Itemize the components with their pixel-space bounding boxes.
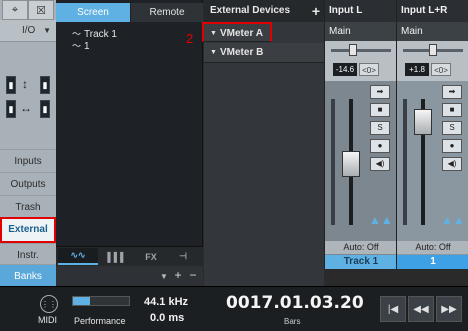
solo-icon[interactable]: S bbox=[370, 121, 390, 135]
callout-number-2: 2 bbox=[186, 31, 194, 46]
size-large-icon[interactable]: ▮ bbox=[40, 76, 50, 94]
audio-tracks-icon[interactable]: ∿∿ bbox=[58, 248, 98, 265]
monitor-icon[interactable]: ◀) bbox=[370, 157, 390, 171]
nav-inputs[interactable]: Inputs bbox=[0, 149, 56, 172]
level-meter bbox=[331, 99, 335, 225]
tab-screen[interactable]: Screen bbox=[56, 3, 130, 22]
channel-routing[interactable]: Main bbox=[397, 22, 468, 41]
pan-value[interactable]: -14.6 bbox=[333, 63, 357, 76]
nav-banks[interactable]: Banks bbox=[0, 264, 56, 287]
io-label: I/O bbox=[22, 25, 36, 36]
fx-tracks-button[interactable]: FX bbox=[136, 248, 166, 265]
nav-instruments[interactable]: Instr. bbox=[0, 243, 56, 266]
device-name: VMeter B bbox=[220, 47, 264, 58]
close-panel-icon[interactable]: ☒ bbox=[28, 0, 54, 20]
performance-meter bbox=[72, 296, 130, 306]
expand-triangle-icon: ▼ bbox=[210, 30, 217, 37]
automation-mode[interactable]: Auto: Off bbox=[397, 241, 468, 254]
chevron-down-icon: ▼ bbox=[43, 26, 51, 35]
automation-mode[interactable]: Auto: Off bbox=[325, 241, 397, 254]
pan-slider-track[interactable] bbox=[331, 49, 391, 52]
channel-label[interactable]: Track 1 bbox=[325, 255, 397, 269]
nav-trash[interactable]: Trash bbox=[0, 195, 56, 218]
timecode-unit: Bars bbox=[284, 317, 301, 326]
add-device-icon[interactable]: + bbox=[312, 0, 320, 22]
fader-section: ➡ ■ S ● ◀) ▲▲ bbox=[397, 81, 468, 241]
size-wide-icon[interactable]: ▮ bbox=[40, 100, 50, 118]
pin-icon[interactable]: ⌖ bbox=[2, 0, 28, 20]
channel-routing[interactable]: Main bbox=[325, 22, 397, 41]
monitor-icon[interactable]: ◀) bbox=[442, 157, 462, 171]
audio-wave-icon: ▲▲ bbox=[441, 213, 465, 227]
nav-external[interactable]: External bbox=[0, 217, 56, 243]
channel-strip-input-l: Input L Main -14.6 <0> ➡ ■ S ● ◀) ▲▲ Aut… bbox=[324, 0, 397, 269]
timecode-display[interactable]: 0017.01.03.20 bbox=[226, 293, 364, 313]
nav-outputs[interactable]: Outputs bbox=[0, 172, 56, 195]
channel-title: Input L bbox=[325, 0, 397, 22]
level-meter bbox=[403, 99, 407, 225]
performance-label: Performance bbox=[74, 316, 126, 326]
latency: 0.0 ms bbox=[150, 312, 185, 324]
track-list-item[interactable]: 〜 1 bbox=[72, 39, 90, 52]
route-arrow-icon[interactable]: ➡ bbox=[442, 85, 462, 99]
volume-fader-handle[interactable] bbox=[414, 109, 432, 135]
remove-icon[interactable]: − bbox=[187, 268, 199, 282]
midi-label: MIDI bbox=[38, 315, 57, 325]
audio-wave-icon: ▲▲ bbox=[369, 213, 393, 227]
chevron-down-icon[interactable]: ▼ bbox=[158, 269, 170, 283]
pan-value[interactable]: +1.8 bbox=[405, 63, 429, 76]
channel-label[interactable]: 1 bbox=[397, 255, 468, 269]
horizontal-resize-icon[interactable]: ↔ bbox=[20, 101, 32, 115]
device-vmeter-b[interactable]: ▼ VMeter B bbox=[204, 43, 324, 63]
fast-forward-icon[interactable]: ▶▶ bbox=[436, 296, 462, 322]
audio-wave-icon: 〜 bbox=[72, 41, 82, 51]
track-name: 1 bbox=[84, 41, 90, 52]
volume-fader-handle[interactable] bbox=[342, 151, 360, 177]
pan-link-button[interactable]: <0> bbox=[359, 63, 379, 76]
record-arm-icon[interactable]: ● bbox=[442, 139, 462, 153]
external-devices-header: External Devices + bbox=[204, 0, 324, 22]
channel-strip-input-lr: Input L+R Main +1.8 <0> ➡ ■ S ● ◀) ▲▲ Au… bbox=[396, 0, 468, 269]
vertical-resize-icon[interactable]: ↕ bbox=[22, 77, 28, 91]
pan-control: +1.8 <0> bbox=[397, 41, 468, 81]
pan-slider-handle[interactable] bbox=[429, 44, 437, 56]
device-vmeter-a[interactable]: ▼ VMeter A bbox=[202, 22, 272, 42]
tab-remote[interactable]: Remote bbox=[131, 3, 203, 22]
route-arrow-icon[interactable]: ➡ bbox=[370, 85, 390, 99]
rewind-icon[interactable]: ◀◀ bbox=[408, 296, 434, 322]
size-narrow-icon[interactable]: ▮ bbox=[6, 100, 16, 118]
add-icon[interactable]: + bbox=[172, 268, 184, 282]
size-small-icon[interactable]: ▮ bbox=[6, 76, 16, 94]
return-to-zero-icon[interactable]: |◀ bbox=[380, 296, 406, 322]
external-devices-title: External Devices bbox=[210, 5, 291, 16]
performance-meter-fill bbox=[73, 297, 90, 305]
pan-link-button[interactable]: <0> bbox=[431, 63, 451, 76]
record-arm-icon[interactable]: ● bbox=[370, 139, 390, 153]
channel-title: Input L+R bbox=[397, 0, 468, 22]
pan-slider-handle[interactable] bbox=[349, 44, 357, 56]
io-selector[interactable]: I/O ▼ bbox=[0, 20, 56, 42]
fader-section: ➡ ■ S ● ◀) ▲▲ bbox=[325, 81, 397, 241]
midi-icon[interactable]: ⋮⋮ bbox=[40, 295, 58, 313]
pan-control: -14.6 <0> bbox=[325, 41, 397, 81]
expand-triangle-icon: ▼ bbox=[210, 49, 217, 56]
mute-icon[interactable]: ■ bbox=[370, 103, 390, 117]
audio-wave-icon: 〜 bbox=[72, 29, 82, 39]
bus-tracks-icon[interactable]: ⊣ bbox=[168, 248, 198, 265]
instrument-tracks-icon[interactable]: ▌▌▌ bbox=[100, 248, 134, 265]
solo-icon[interactable]: S bbox=[442, 121, 462, 135]
device-name: VMeter A bbox=[220, 28, 263, 39]
mute-icon[interactable]: ■ bbox=[442, 103, 462, 117]
sample-rate: 44.1 kHz bbox=[144, 296, 189, 308]
